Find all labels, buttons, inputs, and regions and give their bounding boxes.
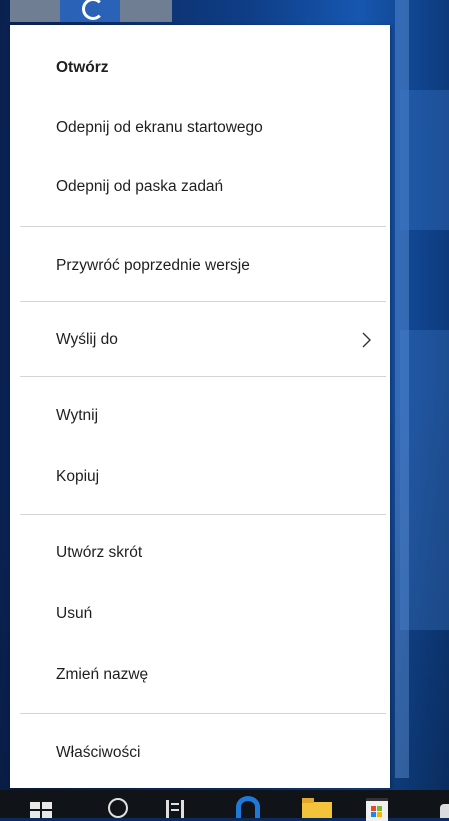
menu-item-label: Wytnij <box>56 407 99 424</box>
context-menu: Otwórz Odepnij od ekranu startowego Odep… <box>10 25 390 788</box>
menu-item-label: Właściwości <box>56 744 141 761</box>
menu-item-label: Zmień nazwę <box>56 666 149 683</box>
menu-item-label: Odepnij od ekranu startowego <box>56 119 263 136</box>
menu-separator <box>20 226 386 227</box>
task-view-icon[interactable] <box>166 800 184 818</box>
edge-tile-icon <box>82 0 104 20</box>
menu-item-label: Utwórz skrót <box>56 544 143 561</box>
menu-item-label: Przywróć poprzednie wersje <box>56 257 250 274</box>
menu-separator <box>20 514 386 515</box>
menu-item-delete[interactable]: Usuń <box>10 591 390 637</box>
menu-item-create-shortcut[interactable]: Utwórz skrót <box>10 530 390 576</box>
edge-browser-icon[interactable] <box>236 796 260 818</box>
menu-item-label: Otwórz <box>56 59 109 76</box>
menu-item-open[interactable]: Otwórz <box>10 45 390 91</box>
menu-item-send-to[interactable]: Wyślij do <box>10 317 390 363</box>
menu-item-cut[interactable]: Wytnij <box>10 393 390 439</box>
edge-tile[interactable] <box>60 0 120 22</box>
menu-item-label: Usuń <box>56 605 93 622</box>
start-tiles-strip <box>10 0 172 22</box>
chevron-right-icon <box>362 332 371 348</box>
menu-item-unpin-taskbar[interactable]: Odepnij od paska zadań <box>10 164 390 210</box>
taskbar <box>0 790 449 821</box>
menu-separator <box>20 301 386 302</box>
menu-item-copy[interactable]: Kopiuj <box>10 454 390 500</box>
menu-item-label: Kopiuj <box>56 468 100 485</box>
menu-item-rename[interactable]: Zmień nazwę <box>10 652 390 698</box>
wallpaper-pane <box>400 330 449 630</box>
menu-separator <box>20 713 386 714</box>
windows-start-icon[interactable] <box>30 802 52 818</box>
menu-item-unpin-start[interactable]: Odepnij od ekranu startowego <box>10 105 390 151</box>
file-explorer-icon[interactable] <box>302 798 332 818</box>
taskbar-app-icon[interactable] <box>440 804 449 818</box>
search-icon[interactable] <box>108 798 128 818</box>
menu-item-label: Wyślij do <box>56 331 118 348</box>
wallpaper-pane <box>400 90 449 230</box>
menu-item-properties[interactable]: Właściwości <box>10 730 390 776</box>
menu-separator <box>20 376 386 377</box>
menu-item-restore-previous-versions[interactable]: Przywróć poprzednie wersje <box>10 243 390 289</box>
menu-item-label: Odepnij od paska zadań <box>56 178 224 195</box>
